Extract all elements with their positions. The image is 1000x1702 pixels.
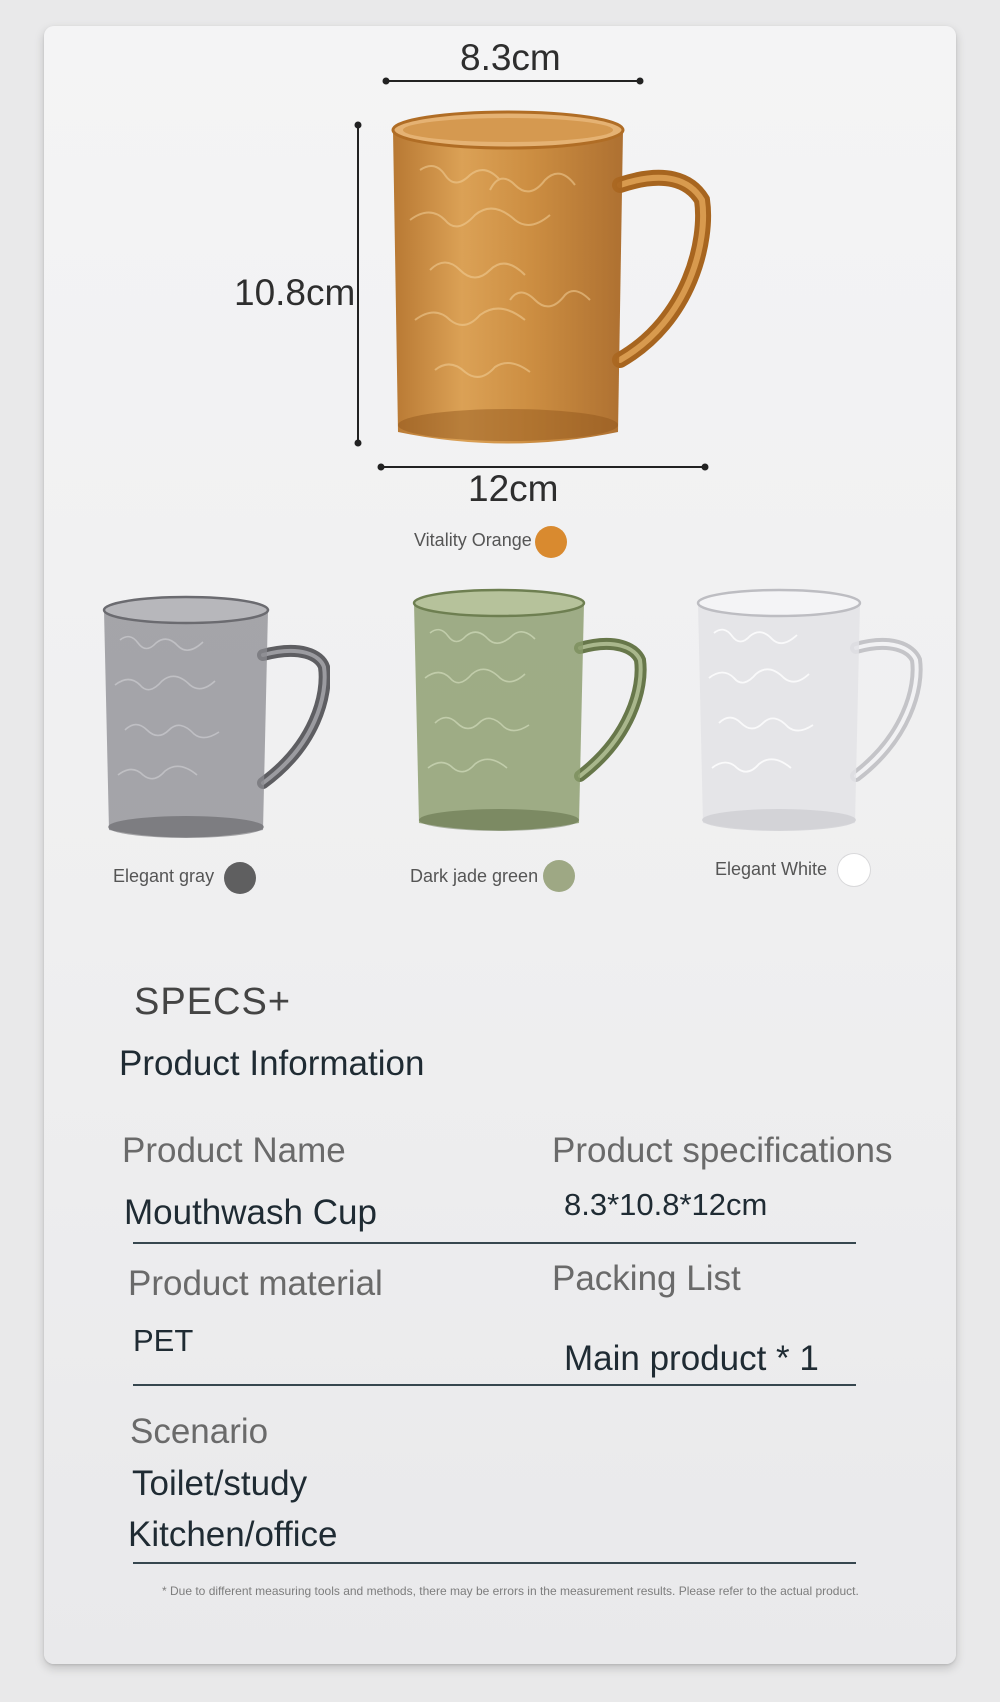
depth-dimension: 12cm: [468, 468, 559, 509]
gray-mug-image: [102, 595, 330, 838]
orange-mug-image: [391, 110, 712, 444]
color-label-gray: Elegant gray: [113, 866, 215, 886]
measurement-footnote: * Due to different measuring tools and m…: [162, 1584, 859, 1598]
divider-2: [133, 1384, 856, 1386]
green-mug-image: [412, 588, 647, 831]
product-name-value: Mouthwash Cup: [124, 1193, 377, 1232]
divider-3: [133, 1562, 856, 1564]
swatch-green: [543, 860, 575, 892]
white-mug-image: [696, 588, 923, 831]
packing-list-value: Main product * 1: [564, 1339, 819, 1378]
product-name-label: Product Name: [122, 1131, 346, 1170]
scenario-label: Scenario: [130, 1412, 269, 1451]
specs-heading: SPECS+: [134, 981, 292, 1023]
color-label-green: Dark jade green: [410, 866, 539, 886]
packing-list-label: Packing List: [552, 1259, 741, 1298]
scenario-value-2: Kitchen/office: [128, 1515, 338, 1554]
color-label-orange: Vitality Orange: [414, 530, 532, 550]
width-dimension: 8.3cm: [460, 37, 561, 78]
specifications-label: Product specifications: [552, 1131, 893, 1170]
scenario-value-1: Toilet/study: [132, 1464, 308, 1503]
divider-1: [133, 1242, 856, 1244]
height-dimension: 10.8cm: [234, 272, 356, 313]
material-value: PET: [133, 1323, 194, 1358]
swatch-gray: [224, 862, 256, 894]
material-label: Product material: [128, 1264, 383, 1303]
color-label-white: Elegant White: [715, 859, 828, 879]
swatch-white: [838, 854, 870, 886]
specifications-value: 8.3*10.8*12cm: [564, 1187, 768, 1222]
swatch-orange: [535, 526, 567, 558]
product-information-heading: Product Information: [119, 1044, 425, 1083]
